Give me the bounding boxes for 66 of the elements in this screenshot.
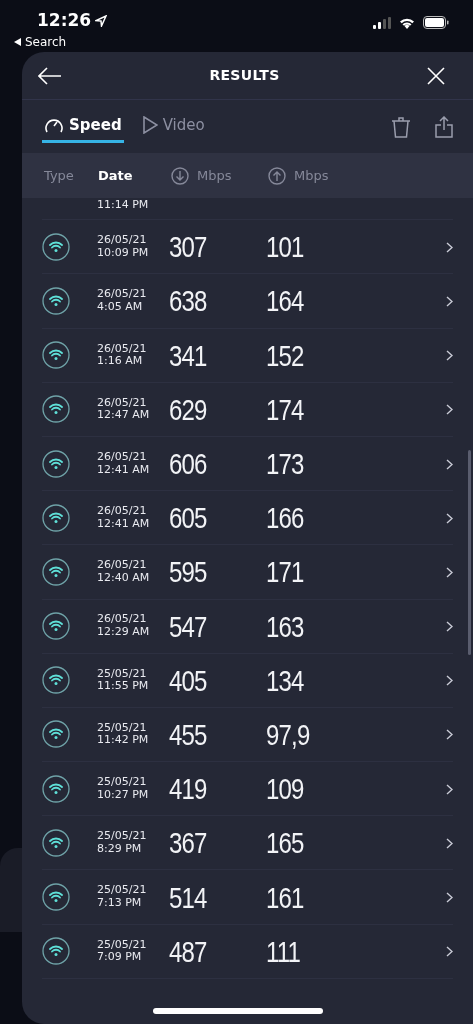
upload-speed: 165 bbox=[266, 825, 304, 862]
back-to-app-link[interactable]: Search bbox=[25, 33, 67, 51]
upload-speed: 134 bbox=[266, 662, 304, 699]
upload-speed: 109 bbox=[266, 771, 304, 808]
result-date-time: 26/05/21 12:40 AM bbox=[97, 559, 151, 585]
result-date-time: 26/05/21 4:05 AM bbox=[97, 288, 148, 314]
download-speed: 595 bbox=[169, 554, 207, 591]
upload-speed: 174 bbox=[266, 391, 304, 428]
download-speed: 405 bbox=[169, 662, 207, 699]
result-row[interactable]: 25/05/21 7:09 PM 487 111 bbox=[42, 924, 453, 979]
result-row[interactable]: 26/05/21 12:29 AM 547 163 bbox=[42, 599, 453, 654]
download-speed: 638 bbox=[169, 283, 207, 320]
column-header: Mbps bbox=[197, 166, 232, 185]
upload-speed: 166 bbox=[266, 500, 304, 537]
result-row[interactable]: 25/05/21 11:55 PM 405 134 bbox=[42, 653, 453, 708]
result-date-time: 25/05/21 7:13 PM bbox=[97, 884, 148, 910]
column-header: Mbps bbox=[294, 166, 329, 185]
result-row[interactable]: 25/05/21 11:42 PM 455 97,9 bbox=[42, 707, 453, 763]
result-row[interactable]: 26/05/21 12:41 AM 606 173 bbox=[42, 436, 453, 492]
screen-title: RESULTS bbox=[209, 66, 280, 85]
download-speed: 605 bbox=[169, 500, 207, 537]
download-speed: 419 bbox=[169, 771, 207, 808]
upload-speed: 163 bbox=[266, 608, 304, 645]
column-header: Type bbox=[44, 166, 74, 185]
download-speed: 547 bbox=[169, 608, 207, 645]
download-speed: 629 bbox=[169, 391, 207, 428]
result-row[interactable]: 25/05/21 10:27 PM 419 109 bbox=[42, 762, 453, 817]
download-speed: 367 bbox=[169, 825, 207, 862]
result-row[interactable]: 25/05/21 7:13 PM 514 161 bbox=[42, 870, 453, 925]
upload-speed: 152 bbox=[266, 337, 304, 374]
column-header[interactable]: Date bbox=[98, 165, 133, 186]
result-date-time: 26/05/21 12:41 AM bbox=[97, 505, 151, 531]
result-time: 11:14 PM bbox=[97, 198, 149, 212]
result-row[interactable]: 26/05/21 12:47 AM 629 174 bbox=[42, 382, 453, 437]
download-speed: 455 bbox=[169, 716, 207, 753]
result-date-time: 26/05/21 12:29 AM bbox=[97, 613, 151, 639]
result-row[interactable]: 26/05/21 10:09 PM 307 101 bbox=[42, 220, 453, 275]
tab[interactable]: Video bbox=[139, 109, 207, 144]
upload-speed: 161 bbox=[266, 879, 304, 916]
tab[interactable]: Speed bbox=[42, 109, 124, 144]
download-speed: 307 bbox=[169, 229, 207, 266]
result-date-time: 26/05/21 10:09 PM bbox=[97, 234, 150, 260]
result-date-time: 25/05/21 8:29 PM bbox=[97, 830, 148, 856]
result-date-time: 25/05/21 7:09 PM bbox=[97, 938, 148, 964]
result-row[interactable]: 25/05/21 8:29 PM 367 165 bbox=[42, 816, 453, 871]
download-speed: 487 bbox=[169, 933, 207, 970]
result-row[interactable]: 26/05/21 12:40 AM 595 171 bbox=[42, 545, 453, 600]
result-date-time: 25/05/21 11:55 PM bbox=[97, 667, 150, 693]
download-speed: 606 bbox=[169, 446, 207, 483]
download-speed: 514 bbox=[169, 879, 207, 916]
upload-speed: 164 bbox=[266, 283, 304, 320]
clock-time: 12:26 bbox=[37, 9, 92, 32]
result-date-time: 26/05/21 1:16 AM bbox=[97, 342, 148, 368]
download-speed: 341 bbox=[169, 337, 207, 374]
result-row[interactable]: 26/05/21 4:05 AM 638 164 bbox=[42, 274, 453, 329]
upload-speed: 173 bbox=[266, 446, 304, 483]
result-date-time: 26/05/21 12:41 AM bbox=[97, 450, 151, 477]
upload-speed: 171 bbox=[266, 554, 304, 591]
upload-speed: 111 bbox=[266, 933, 301, 970]
result-row[interactable]: 26/05/21 1:16 AM 341 152 bbox=[42, 328, 453, 383]
result-row[interactable]: 26/05/21 12:41 AM 605 166 bbox=[42, 491, 453, 546]
result-date-time: 25/05/21 10:27 PM bbox=[97, 776, 150, 802]
upload-speed: 97,9 bbox=[266, 716, 310, 753]
result-date-time: 26/05/21 12:47 AM bbox=[97, 396, 151, 422]
result-date-time: 25/05/21 11:42 PM bbox=[97, 721, 150, 748]
upload-speed: 101 bbox=[266, 229, 304, 266]
